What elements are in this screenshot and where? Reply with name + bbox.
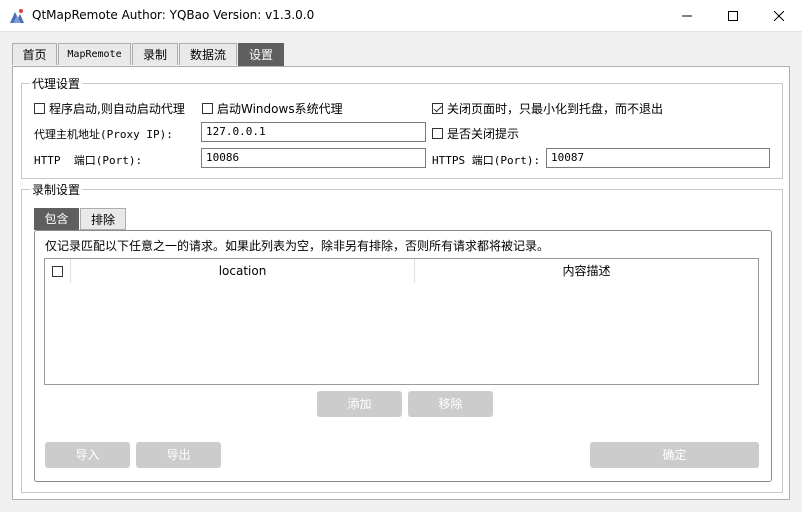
window-title: QtMapRemote Author: YQBao Version: v1.3.… [32,8,315,22]
autostart-proxy-label: 程序启动,则自动启动代理 [49,102,185,116]
app-logo-icon [9,8,25,24]
record-group-title: 录制设置 [30,181,83,198]
minimize-icon [682,15,692,16]
tab-mapremote[interactable]: MapRemote [58,43,131,65]
https-port-label: HTTPS 端口(Port): [432,154,541,167]
windows-proxy-checkbox-box[interactable] [202,103,213,114]
minimize-to-tray-checkbox[interactable]: 关闭页面时，只最小化到托盘，而不退出 [432,100,663,117]
table-header-select [45,259,71,283]
subtab-include[interactable]: 包含 [34,208,79,230]
add-button[interactable]: 添加 [317,391,402,417]
windows-proxy-label: 启动Windows系统代理 [217,102,343,116]
export-button[interactable]: 导出 [136,442,221,468]
ok-button[interactable]: 确定 [590,442,759,468]
proxy-host-label: 代理主机地址(Proxy IP): [34,128,173,141]
include-rules-table: location 内容描述 [44,258,759,385]
http-port-input[interactable]: 10086 [201,148,426,168]
close-prompt-checkbox[interactable]: 是否关闭提示 [432,125,519,142]
tab-record[interactable]: 录制 [132,43,178,65]
maximize-icon [728,10,738,21]
proxy-settings-group: 代理设置 程序启动,则自动启动代理 启动Windows系统代理 关闭页面时，只最… [21,75,783,179]
close-prompt-checkbox-box[interactable] [432,128,443,139]
record-settings-group: 录制设置 包含 排除 仅记录匹配以下任意之一的请求。如果此列表为空，除非另有排除… [21,181,783,493]
maximize-button[interactable] [710,0,756,31]
settings-panel: 代理设置 程序启动,则自动启动代理 启动Windows系统代理 关闭页面时，只最… [12,66,790,500]
close-prompt-label: 是否关闭提示 [447,127,520,141]
autostart-proxy-checkbox[interactable]: 程序启动,则自动启动代理 [34,100,185,117]
select-all-checkbox[interactable] [52,266,63,277]
table-header-description[interactable]: 内容描述 [415,259,758,283]
table-header-location[interactable]: location [71,259,415,283]
tab-settings[interactable]: 设置 [238,43,284,67]
include-tab-content: 仅记录匹配以下任意之一的请求。如果此列表为空，除非另有排除，否则所有请求都将被记… [34,230,772,482]
proxy-group-title: 代理设置 [30,75,83,92]
close-button[interactable] [756,0,802,31]
include-description: 仅记录匹配以下任意之一的请求。如果此列表为空，除非另有排除，否则所有请求都将被记… [45,239,550,253]
proxy-host-input[interactable]: 127.0.0.1 [201,122,426,142]
title-bar: QtMapRemote Author: YQBao Version: v1.3.… [0,0,802,32]
minimize-to-tray-label: 关闭页面时，只最小化到托盘，而不退出 [447,102,664,116]
tab-home[interactable]: 首页 [12,43,57,65]
minimize-to-tray-checkbox-box[interactable] [432,103,443,114]
tab-dataflow[interactable]: 数据流 [179,43,237,65]
import-button[interactable]: 导入 [45,442,130,468]
https-port-input[interactable]: 10087 [546,148,770,168]
minimize-button[interactable] [664,0,710,31]
autostart-proxy-checkbox-box[interactable] [34,103,45,114]
remove-button[interactable]: 移除 [408,391,493,417]
subtab-exclude[interactable]: 排除 [80,208,126,230]
http-port-label: HTTP 端口(Port): [34,154,143,167]
close-icon [774,10,784,21]
windows-proxy-checkbox[interactable]: 启动Windows系统代理 [202,100,343,117]
